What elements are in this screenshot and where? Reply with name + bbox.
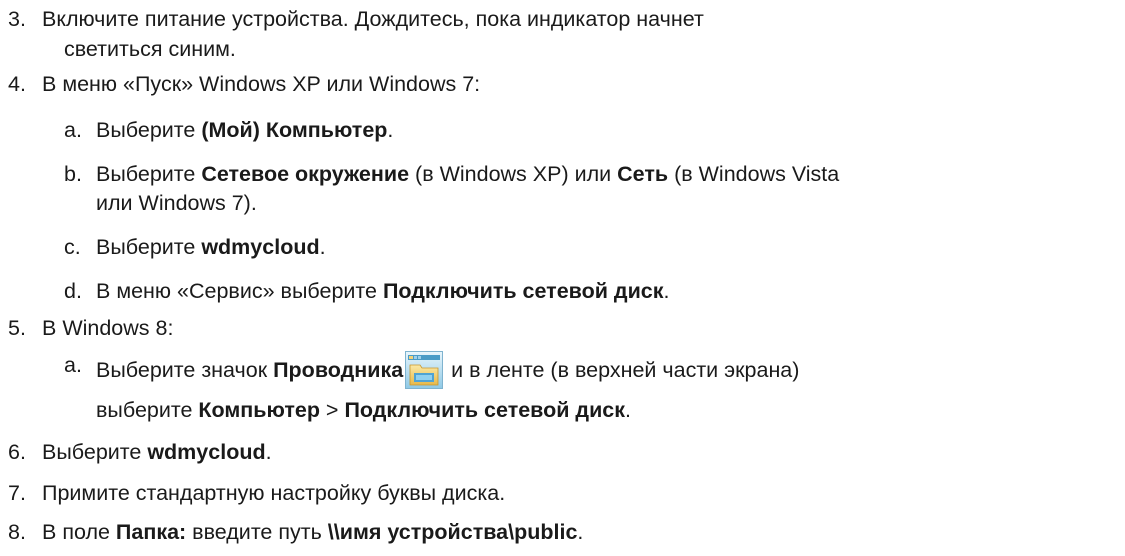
ui-term: Подключить сетевой диск	[344, 398, 626, 422]
step-number: 7.	[8, 481, 26, 505]
substep-letter: a.	[64, 353, 82, 377]
step-number: 4.	[8, 72, 26, 96]
step-number: 8.	[8, 520, 26, 544]
ui-term: wdmycloud	[201, 235, 320, 259]
step-text: Включите питание устройства. Дождитесь, …	[42, 7, 704, 31]
step-number: 6.	[8, 440, 26, 464]
step-text: В Windows 8:	[42, 316, 174, 340]
substep-letter: d.	[64, 279, 82, 303]
ui-term: Сетевое окружение	[201, 162, 410, 186]
substep-text: Выберите (Мой) Компьютер.	[96, 118, 394, 142]
ui-term: Проводника	[273, 358, 404, 382]
substep-letter: c.	[64, 235, 81, 259]
step-text: Примите стандартную настройку буквы диск…	[42, 481, 506, 505]
ui-term: Подключить сетевой диск	[382, 279, 664, 303]
ui-term: Сеть	[617, 162, 669, 186]
ui-term: (Мой) Компьютер	[201, 118, 388, 142]
file-explorer-icon	[405, 351, 444, 389]
substep-text: Выберите значок Проводника и в ленте (в …	[96, 351, 799, 389]
substep-text-continued: или Windows 7).	[96, 191, 257, 215]
step-number: 5.	[8, 316, 26, 340]
step-text-continued: светиться синим.	[64, 37, 236, 61]
substep-text: Выберите Сетевое окружение (в Windows XP…	[96, 162, 840, 186]
step-number: 3.	[8, 7, 26, 31]
substep-text: Выберите wdmycloud.	[96, 235, 326, 259]
substep-letter: b.	[64, 162, 82, 186]
substep-text-continued: выберите Компьютер > Подключить сетевой …	[96, 398, 632, 422]
substep-letter: a.	[64, 118, 82, 142]
ui-term: Компьютер	[198, 398, 320, 422]
ui-term: Папка:	[115, 520, 187, 544]
step-text: В меню «Пуск» Windows XP или Windows 7:	[42, 72, 481, 96]
ui-term: \\имя устройства\public	[327, 520, 578, 544]
step-text: Выберите wdmycloud.	[42, 440, 272, 464]
step-text: В поле Папка: введите путь \\имя устройс…	[42, 520, 584, 544]
substep-text: В меню «Сервис» выберите Подключить сете…	[96, 279, 670, 303]
ui-term: wdmycloud	[147, 440, 266, 464]
